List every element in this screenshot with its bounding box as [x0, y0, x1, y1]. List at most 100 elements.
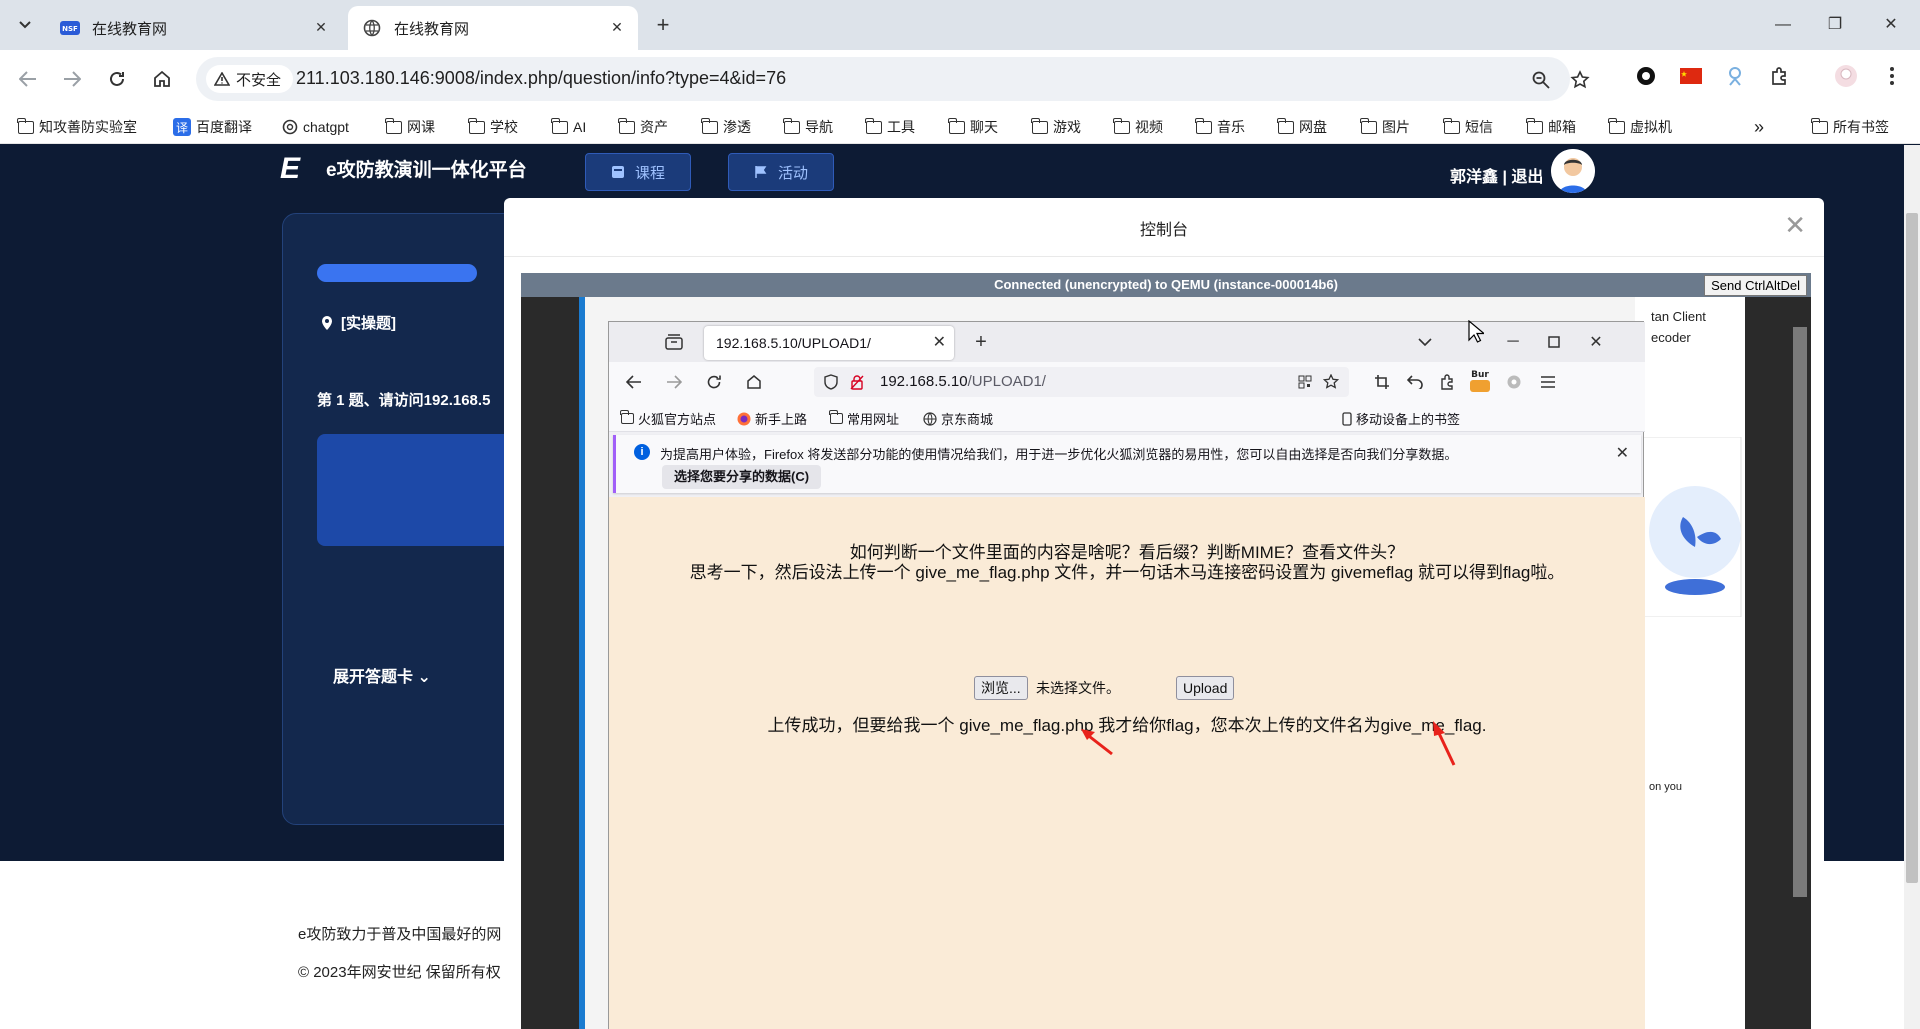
qr-code-icon[interactable] [1296, 373, 1314, 391]
bookmark-folder[interactable]: 工具 [865, 117, 915, 137]
bookmark-folder[interactable]: 导航 [783, 117, 833, 137]
reload-icon[interactable] [704, 372, 724, 392]
crop-icon[interactable] [1372, 372, 1392, 392]
nav-course-button[interactable]: 课程 [585, 153, 691, 191]
restore-icon[interactable]: ❐ [1822, 12, 1848, 38]
url-text: 211.103.180.146:9008/index.php/question/… [296, 68, 786, 89]
translate-extension-icon[interactable] [1723, 64, 1747, 88]
back-icon[interactable] [12, 63, 44, 95]
site-logo[interactable]: E e攻防教演训一体化平台 [280, 153, 527, 183]
minimize-icon[interactable]: ─ [1503, 332, 1523, 352]
ff-url-host: 192.168.5.10 [880, 373, 968, 390]
home-icon[interactable] [744, 372, 764, 392]
bookmark-folder[interactable]: 网课 [385, 117, 435, 137]
new-tab-icon[interactable]: + [971, 331, 991, 353]
insecure-lock-icon[interactable] [848, 373, 866, 391]
bookmark-folder[interactable]: 邮箱 [1526, 117, 1576, 137]
security-chip[interactable]: 不安全 [206, 65, 294, 93]
tab-1[interactable]: NSF 在线教育网 ✕ [46, 6, 342, 50]
security-label: 不安全 [236, 71, 282, 89]
remote-scrollbar[interactable] [1785, 297, 1811, 1029]
undo-icon[interactable] [1405, 372, 1425, 392]
more-bookmarks-icon[interactable]: » [1754, 117, 1764, 137]
bookmark-link[interactable]: chatgpt [282, 117, 349, 137]
upload-button[interactable]: Upload [1176, 676, 1235, 700]
ff-mobile-bookmarks[interactable]: 移动设备上的书签 [1342, 409, 1460, 428]
close-window-icon[interactable]: ✕ [1878, 12, 1904, 38]
new-tab-button[interactable]: + [650, 12, 676, 38]
close-tab-icon[interactable]: ✕ [933, 326, 946, 360]
vnc-viewer[interactable]: Connected (unencrypted) to QEMU (instanc… [521, 273, 1811, 1029]
close-tab-icon[interactable]: ✕ [608, 18, 626, 36]
expand-answer-card-button[interactable]: 展开答题卡 ⌄ [333, 663, 431, 687]
close-tab-icon[interactable]: ✕ [312, 18, 330, 36]
bookmark-folder[interactable]: 知攻善防实验室 [17, 117, 137, 137]
close-window-icon[interactable]: ✕ [1586, 332, 1606, 352]
bookmark-folder[interactable]: 图片 [1360, 117, 1410, 137]
firefox-tab[interactable]: 192.168.5.10/UPLOAD1/ ✕ [704, 326, 954, 360]
question-text: 第 1 题、请访问192.168.5 [317, 392, 491, 409]
folder-icon [468, 117, 485, 134]
tab-search-button[interactable] [9, 9, 41, 41]
browse-file-button[interactable]: 浏览... [974, 676, 1028, 700]
send-ctrl-alt-del-button[interactable]: Send CtrlAltDel [1704, 275, 1807, 296]
settings-gear-icon[interactable] [1504, 372, 1524, 392]
remote-desktop[interactable]: tan Client ecoder on you 192.168.5.10/UP… [521, 297, 1811, 1029]
reload-icon[interactable] [101, 63, 133, 95]
chevron-down-icon[interactable] [1415, 332, 1435, 352]
firefox-url-bar[interactable]: 192.168.5.10/UPLOAD1/ [814, 367, 1349, 397]
extensions-icon[interactable] [1438, 372, 1458, 392]
bookmark-folder[interactable]: 短信 [1443, 117, 1493, 137]
folder-icon [1195, 117, 1212, 134]
close-notice-icon[interactable]: ✕ [1616, 443, 1629, 463]
bookmark-label: 视频 [1135, 119, 1163, 135]
choose-data-button[interactable]: 选择您要分享的数据(C) [662, 465, 822, 489]
burp-suite-icon[interactable]: Bur [1467, 368, 1493, 394]
console-modal: 控制台 ✕ Connected (unencrypted) to QEMU (i… [504, 198, 1824, 1029]
shield-icon[interactable] [822, 373, 840, 391]
profile-avatar-icon[interactable] [1834, 64, 1858, 88]
forward-icon[interactable] [664, 372, 684, 392]
tab-title: 在线教育网 [92, 20, 168, 38]
user-logout[interactable]: 郭洋鑫 | 退出 [1450, 163, 1543, 187]
china-flag-icon[interactable] [1679, 64, 1703, 88]
tab-2-active[interactable]: 在线教育网 ✕ [348, 6, 638, 50]
puzzle-icon[interactable] [1768, 64, 1792, 88]
tab-overview-icon[interactable] [664, 332, 684, 352]
bookmark-folder[interactable]: 音乐 [1195, 117, 1245, 137]
nav-activity-button[interactable]: 活动 [728, 153, 834, 191]
bookmark-folder[interactable]: 网盘 [1277, 117, 1327, 137]
minimize-icon[interactable]: — [1770, 12, 1796, 38]
bookmark-folder[interactable]: 聊天 [948, 117, 998, 137]
star-icon[interactable] [1322, 373, 1340, 391]
bookmark-folder[interactable]: 虚拟机 [1608, 117, 1672, 137]
all-bookmarks-folder[interactable]: 所有书签 [1811, 117, 1889, 137]
hamburger-menu-icon[interactable] [1538, 372, 1558, 392]
ff-bookmark[interactable]: 京东商城 [923, 409, 993, 428]
avatar[interactable] [1551, 149, 1595, 193]
bookmark-folder[interactable]: 渗透 [701, 117, 751, 137]
bookmark-folder[interactable]: 视频 [1113, 117, 1163, 137]
bookmark-link[interactable]: 译百度翻译 [173, 117, 252, 137]
page-scrollbar-thumb[interactable] [1906, 213, 1918, 883]
extension-circle-icon[interactable] [1634, 64, 1658, 88]
bookmark-folder[interactable]: AI [551, 117, 587, 137]
ff-bookmark[interactable]: 常用网址 [829, 409, 899, 428]
star-icon[interactable] [1569, 69, 1591, 91]
footer-line-2: © 2023年网安世纪 保留所有权 [298, 964, 501, 981]
ff-bookmark[interactable]: 新手上路 [737, 409, 807, 428]
bookmark-folder[interactable]: 学校 [468, 117, 518, 137]
bookmark-folder[interactable]: 资产 [618, 117, 668, 137]
ff-bookmark[interactable]: 火狐官方站点 [620, 409, 716, 428]
maximize-icon[interactable] [1544, 332, 1564, 352]
back-icon[interactable] [624, 372, 644, 392]
bookmark-folder[interactable]: 游戏 [1031, 117, 1081, 137]
forward-icon[interactable] [56, 63, 88, 95]
zoom-icon[interactable] [1530, 69, 1552, 91]
address-bar[interactable]: 不安全 211.103.180.146:9008/index.php/quest… [196, 57, 1590, 101]
home-icon[interactable] [146, 63, 178, 95]
svg-text:译: 译 [176, 121, 188, 135]
more-menu-icon[interactable] [1880, 64, 1904, 88]
bookmark-label: AI [573, 119, 587, 135]
close-icon[interactable]: ✕ [1784, 212, 1806, 238]
